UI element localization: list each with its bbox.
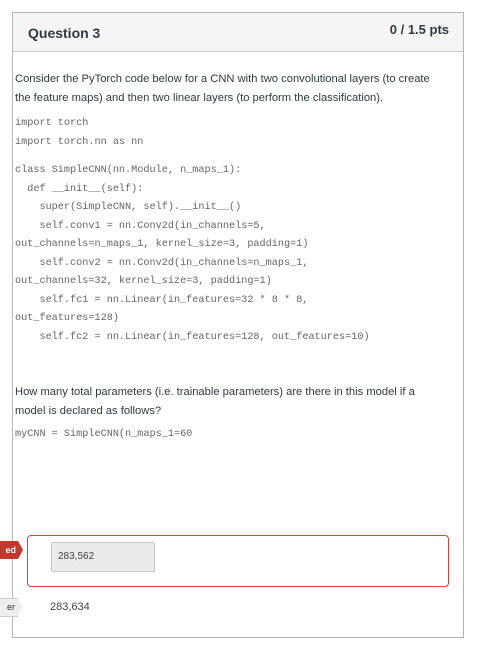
code-line: out_channels=32, kernel_size=3, padding=… (15, 276, 272, 287)
code-line: self.conv2 = nn.Conv2d(in_channels=n_map… (15, 257, 309, 269)
code-line: super(SimpleCNN, self).__init__() (15, 202, 242, 213)
question-header: Question 3 0 / 1.5 pts (13, 13, 463, 52)
code-line: import torch.nn as nn (15, 136, 144, 148)
correct-answer-tag: er (0, 598, 23, 617)
code-line: self.conv1 = nn.Conv2d(in_channels=5, (15, 220, 266, 232)
correct-answer-value: 283,634 (50, 601, 90, 613)
declaration-code: myCNN = SimpleCNN(n_maps_1=60 (15, 429, 193, 440)
question-title: Question 3 (28, 25, 101, 41)
your-answer-field: 283,562 (51, 542, 155, 572)
code-line: self.fc2 = nn.Linear(in_features=128, ou… (15, 331, 370, 343)
code-line: def __init__(self): (15, 183, 144, 195)
code-line: class SimpleCNN(nn.Module, n_maps_1): (15, 165, 242, 176)
code-line: self.fc1 = nn.Linear(in_features=32 * 8 … (15, 294, 309, 306)
prompt-text: Consider the PyTorch code below for a CN… (15, 73, 430, 104)
code-line: import torch (15, 118, 89, 129)
code-line: out_features=128) (15, 313, 119, 324)
question-points: 0 / 1.5 pts (389, 22, 449, 37)
question-text: How many total parameters (i.e. trainabl… (15, 386, 415, 417)
code-line: out_channels=n_maps_1, kernel_size=3, pa… (15, 239, 309, 250)
your-answer-box: 283,562 (27, 535, 449, 587)
your-answer-tag: ed (0, 541, 23, 559)
question-body: Consider the PyTorch code below for a CN… (15, 70, 440, 445)
